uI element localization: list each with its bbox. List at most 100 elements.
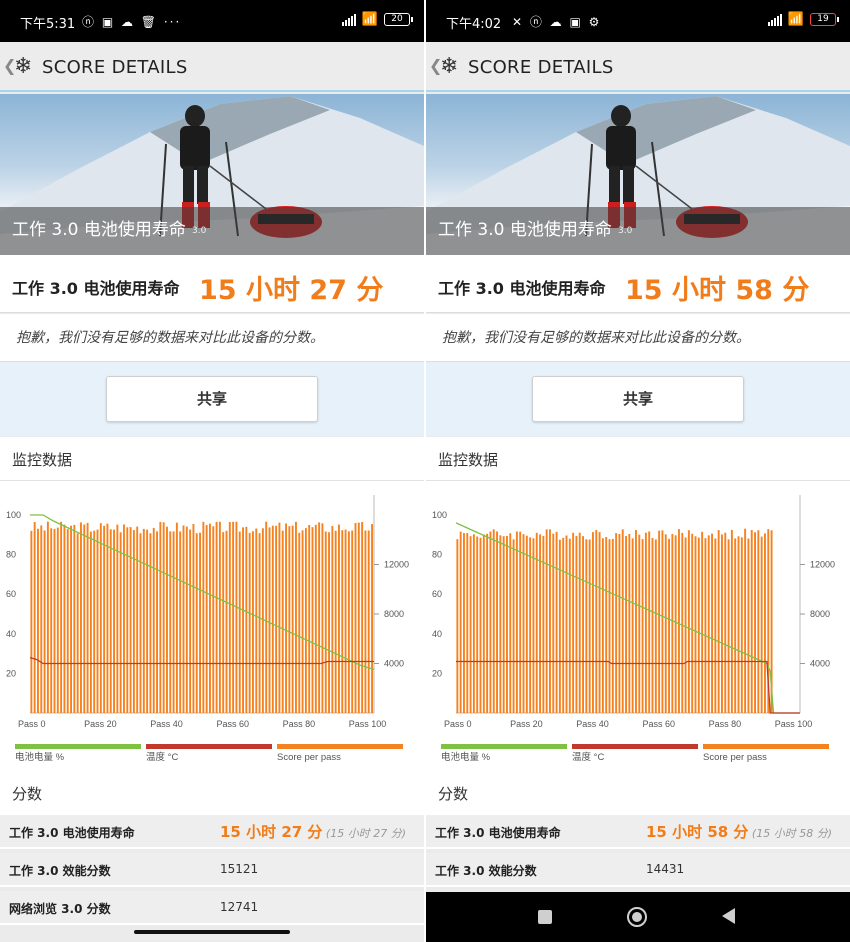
score-bar xyxy=(357,522,360,713)
hero-image: 工作 3.0 电池使用寿命 3.0 xyxy=(426,94,850,255)
scores-header: 分数 xyxy=(426,773,850,815)
score-bar xyxy=(668,538,670,713)
status-time: 下午5:31 xyxy=(20,17,76,32)
hero-image: 工作 3.0 电池使用寿命 3.0 xyxy=(0,94,424,255)
recents-button-icon[interactable] xyxy=(538,910,552,924)
score-value: 15 小时 27 分 xyxy=(199,275,384,306)
score-bar xyxy=(764,533,766,713)
score-bar xyxy=(123,524,125,713)
score-label: 工作 3.0 电池使用寿命 xyxy=(438,279,606,298)
x-tick-label: Pass 20 xyxy=(510,719,543,729)
score-row-value: 15121 xyxy=(220,862,259,876)
score-bar xyxy=(285,523,287,713)
score-bar xyxy=(711,533,713,713)
score-bar xyxy=(740,537,743,713)
score-bar xyxy=(744,528,747,713)
score-bar xyxy=(129,527,132,713)
score-bar xyxy=(572,532,575,713)
page-title: SCORE DETAILS xyxy=(468,57,614,78)
score-row: 工作 3.0 效能分数 14431 xyxy=(426,853,850,887)
y-right-tick-label: 4000 xyxy=(810,659,830,669)
score-row-value: 12741 xyxy=(220,900,259,914)
y-left-tick-label: 100 xyxy=(432,510,447,520)
x-tick-label: Pass 40 xyxy=(150,719,183,729)
score-bar xyxy=(681,532,684,713)
score-bar xyxy=(109,529,112,713)
score-bar xyxy=(344,529,347,713)
score-row-value: 15 小时 58 分 (15 小时 58 分) xyxy=(646,823,832,841)
score-bar xyxy=(351,530,354,713)
score-bar xyxy=(281,530,284,713)
score-bar xyxy=(265,521,268,713)
score-bar xyxy=(189,529,192,713)
y-left-tick-label: 80 xyxy=(6,550,16,560)
score-bar xyxy=(215,521,218,713)
score-bar xyxy=(499,535,502,713)
score-bar xyxy=(354,522,357,713)
scores-header: 分数 xyxy=(0,773,424,815)
score-bar xyxy=(192,523,195,713)
score-bar xyxy=(721,534,723,713)
score-bar xyxy=(255,528,258,713)
score-bar xyxy=(519,531,522,713)
x-tick-label: Pass 80 xyxy=(283,719,316,729)
score-bar xyxy=(628,534,631,713)
share-area: 共享 xyxy=(426,362,850,436)
score-bar xyxy=(525,535,528,713)
home-button-icon[interactable] xyxy=(627,907,647,927)
score-bar xyxy=(43,530,46,713)
monitor-header: 监控数据 xyxy=(426,437,850,481)
score-bar xyxy=(565,535,568,713)
score-bar xyxy=(562,537,565,713)
score-row-label: 网络浏览 3.0 分数 xyxy=(9,902,111,916)
x-tick-label: Pass 100 xyxy=(775,719,813,729)
score-bar xyxy=(486,533,489,713)
y-left-tick-label: 40 xyxy=(432,629,442,639)
score-bar xyxy=(697,537,700,713)
score-row-subvalue: (15 小时 58 分) xyxy=(748,827,832,840)
score-bar xyxy=(724,532,727,713)
score-bar xyxy=(202,521,205,713)
score-bar xyxy=(502,536,505,713)
score-bar xyxy=(314,524,317,713)
score-bar xyxy=(99,523,102,713)
score-bar xyxy=(704,538,707,713)
wifi-icon: 📶 xyxy=(361,12,378,27)
score-bar xyxy=(242,527,244,713)
score-bar xyxy=(509,533,512,713)
legend-swatch xyxy=(146,744,272,749)
score-row: 工作 3.0 电池使用寿命 15 小时 27 分 (15 小时 27 分) xyxy=(0,815,424,849)
score-bar xyxy=(103,525,106,713)
score-bar xyxy=(311,527,314,713)
score-bar xyxy=(162,522,165,713)
screen-left: 下午5:31 ⓝ ▣ ☁ 🗑 ··· 📶 20 ❮ ❄ SCORE DETAIL… xyxy=(0,0,424,942)
y-left-tick-label: 20 xyxy=(432,668,442,678)
x-tick-label: Pass 60 xyxy=(642,719,675,729)
home-indicator[interactable] xyxy=(134,930,290,934)
share-button[interactable]: 共享 xyxy=(532,376,744,422)
score-bar xyxy=(608,539,611,713)
score-bar xyxy=(258,533,261,713)
score-bar xyxy=(179,531,182,713)
score-bar xyxy=(172,531,175,713)
score-row-label: 工作 3.0 电池使用寿命 xyxy=(435,826,561,840)
y-left-tick-label: 40 xyxy=(6,629,16,639)
score-bar xyxy=(575,535,578,713)
score-bar xyxy=(76,533,79,713)
score-bar xyxy=(638,534,641,713)
share-button[interactable]: 共享 xyxy=(106,376,318,422)
score-bar xyxy=(476,536,479,713)
score-bar xyxy=(46,521,49,713)
score-bar xyxy=(347,531,350,713)
score-bar xyxy=(734,538,737,713)
score-bar xyxy=(558,539,561,713)
legend-label: Score per pass xyxy=(277,752,341,763)
back-button-icon[interactable] xyxy=(722,908,735,924)
app-header: ❮ ❄ SCORE DETAILS xyxy=(426,42,850,92)
score-bar xyxy=(261,528,264,713)
score-bar xyxy=(611,538,614,713)
score-bar xyxy=(578,532,581,713)
score-bar xyxy=(232,521,235,713)
score-bar xyxy=(644,532,647,713)
score-bar xyxy=(472,534,475,713)
